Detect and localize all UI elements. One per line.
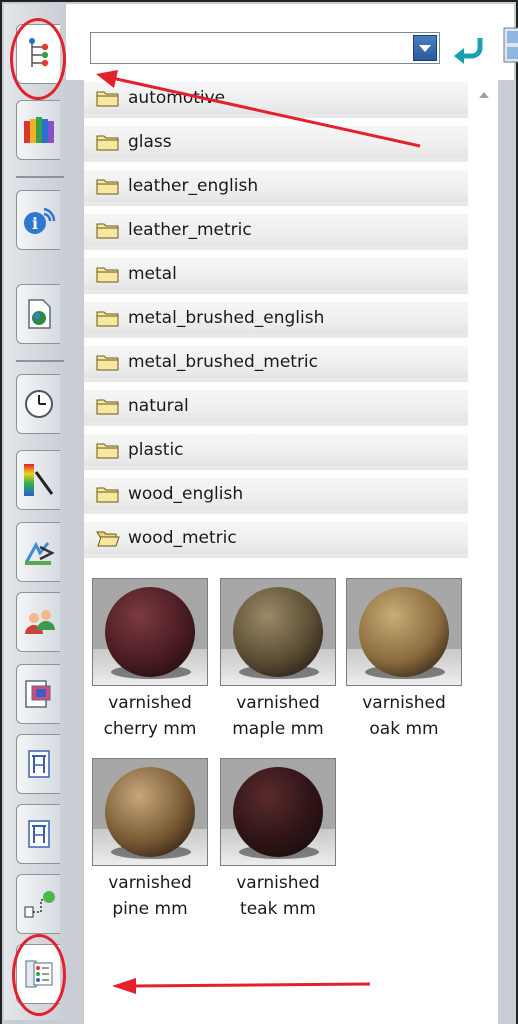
annotation-arrows: [96, 70, 421, 994]
annotation-arrow-bottom: [112, 978, 371, 994]
annotation-arrow-top: [96, 70, 421, 148]
